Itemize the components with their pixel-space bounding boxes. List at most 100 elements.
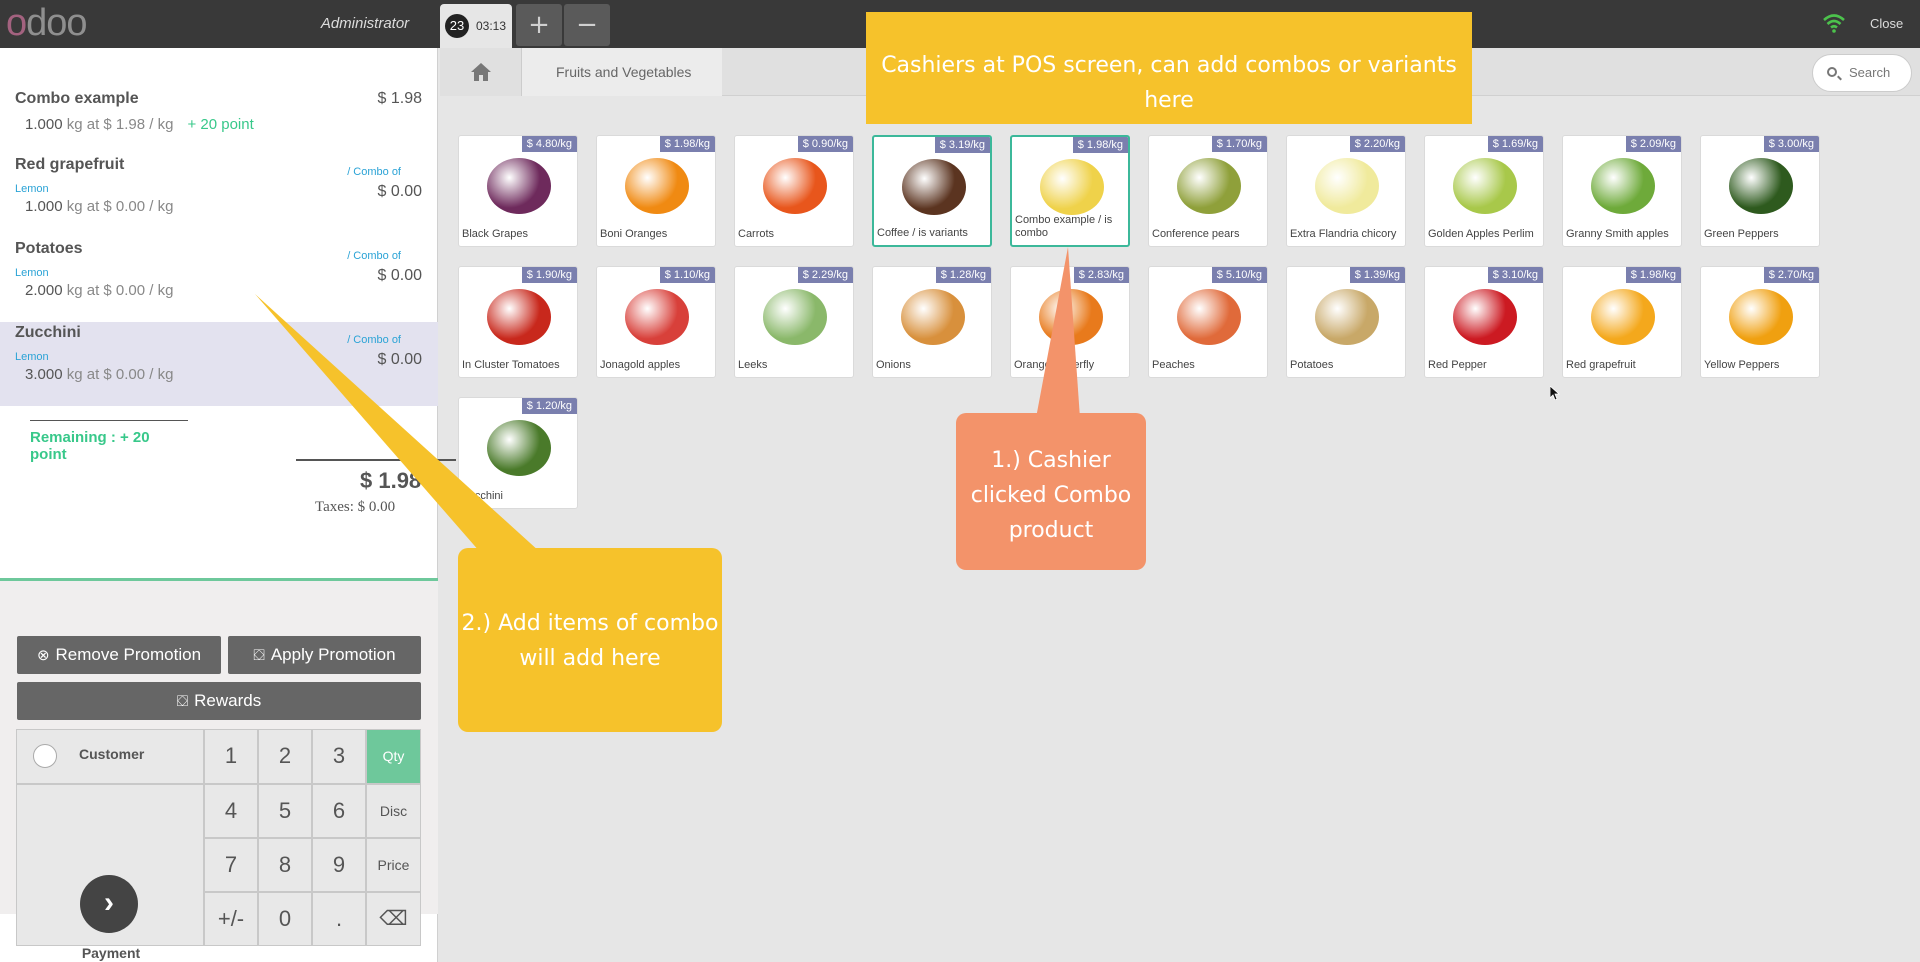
product-card[interactable]: $ 5.10/kg Peaches: [1148, 266, 1268, 378]
product-card[interactable]: $ 1.20/kg Zucchini: [458, 397, 578, 509]
remaining-points: Remaining : + 20 point: [30, 420, 188, 463]
order-line-price: $ 1.98: [377, 90, 422, 107]
product-price-tag: $ 1.69/kg: [1487, 136, 1543, 152]
add-order-button[interactable]: +: [516, 4, 562, 46]
order-taxes: Taxes: $ 0.00: [315, 499, 396, 515]
product-name: Conference pears: [1152, 228, 1240, 240]
product-price-tag: $ 1.70/kg: [1211, 136, 1267, 152]
product-card[interactable]: $ 1.98/kg Combo example / is combo: [1010, 135, 1130, 247]
product-price-tag: $ 1.98/kg: [659, 136, 715, 152]
product-price-tag: $ 2.29/kg: [797, 267, 853, 283]
order-line-price: $ 0.00: [377, 267, 422, 284]
order-line-price: $ 0.00: [377, 351, 422, 368]
payment-button[interactable]: › Payment: [16, 784, 204, 961]
annotation-top: Cashiers at POS screen, can add combos o…: [866, 12, 1472, 124]
product-card[interactable]: $ 2.20/kg Extra Flandria chicory: [1286, 135, 1406, 247]
product-card[interactable]: $ 4.80/kg Black Grapes: [458, 135, 578, 247]
rewards-button[interactable]: ⛋ Rewards: [17, 682, 421, 720]
order-line[interactable]: Red grapefruit / Combo of $ 0.00 Lemon 1…: [0, 154, 438, 238]
key-0[interactable]: 0: [258, 892, 312, 946]
key-plus-minus[interactable]: +/-: [204, 892, 258, 946]
product-image: [487, 158, 551, 214]
product-card[interactable]: $ 1.70/kg Conference pears: [1148, 135, 1268, 247]
key-dot[interactable]: .: [312, 892, 366, 946]
backspace-icon[interactable]: ⌫: [366, 892, 421, 946]
product-name: Green Peppers: [1704, 228, 1779, 240]
product-card[interactable]: $ 2.09/kg Granny Smith apples: [1562, 135, 1682, 247]
price-mode-button[interactable]: Price: [366, 838, 421, 892]
odoo-logo: odoo: [6, 2, 88, 44]
key-3[interactable]: 3: [312, 729, 366, 784]
order-line-name: Combo example: [15, 90, 139, 107]
product-card[interactable]: $ 1.69/kg Golden Apples Perlim: [1424, 135, 1544, 247]
product-price-tag: $ 3.00/kg: [1763, 136, 1819, 152]
product-card[interactable]: $ 1.98/kg Boni Oranges: [596, 135, 716, 247]
order-total: $ 1.98: [360, 468, 422, 493]
product-card[interactable]: $ 2.29/kg Leeks: [734, 266, 854, 378]
remove-order-button[interactable]: −: [564, 4, 610, 46]
key-8[interactable]: 8: [258, 838, 312, 892]
order-line-qty: 3.000 kg at $ 0.00 / kg: [25, 366, 174, 383]
order-line[interactable]: Combo example $ 1.98 1.000 kg at $ 1.98 …: [0, 88, 438, 154]
user-icon: [33, 744, 57, 768]
product-card[interactable]: $ 0.90/kg Carrots: [734, 135, 854, 247]
product-name: Red Pepper: [1428, 359, 1487, 371]
product-card[interactable]: $ 3.19/kg Coffee / is variants: [872, 135, 992, 247]
product-name: Granny Smith apples: [1566, 228, 1669, 240]
close-button[interactable]: Close: [1870, 16, 1903, 31]
key-9[interactable]: 9: [312, 838, 366, 892]
product-name: Peaches: [1152, 359, 1195, 371]
order-line-price: $ 0.00: [377, 183, 422, 200]
remove-promotion-button[interactable]: ⊗ Remove Promotion: [17, 636, 221, 674]
order-line-name: Potatoes: [15, 240, 83, 257]
product-card[interactable]: $ 3.10/kg Red Pepper: [1424, 266, 1544, 378]
product-image: [763, 289, 827, 345]
user-name[interactable]: Administrator: [300, 15, 430, 32]
product-name: Potatoes: [1290, 359, 1334, 371]
order-line[interactable]: Potatoes / Combo of $ 0.00 Lemon 2.000 k…: [0, 238, 438, 322]
product-card[interactable]: $ 1.28/kg Onions: [872, 266, 992, 378]
product-card[interactable]: $ 1.90/kg In Cluster Tomatoes: [458, 266, 578, 378]
key-1[interactable]: 1: [204, 729, 258, 784]
product-price-tag: $ 1.90/kg: [521, 267, 577, 283]
product-price-tag: $ 0.90/kg: [797, 136, 853, 152]
product-card[interactable]: $ 3.00/kg Green Peppers: [1700, 135, 1820, 247]
search-input[interactable]: Search: [1812, 54, 1912, 92]
customer-button[interactable]: Customer: [16, 729, 204, 784]
qty-mode-button[interactable]: Qty: [366, 729, 421, 784]
key-6[interactable]: 6: [312, 784, 366, 838]
product-card[interactable]: $ 1.98/kg Red grapefruit: [1562, 266, 1682, 378]
gift-icon: ⛋: [176, 693, 189, 710]
product-card[interactable]: $ 1.10/kg Jonagold apples: [596, 266, 716, 378]
breadcrumb-category[interactable]: Fruits and Vegetables: [522, 48, 722, 96]
product-price-tag: $ 3.10/kg: [1487, 267, 1543, 283]
product-image: [763, 158, 827, 214]
product-price-tag: $ 1.28/kg: [935, 267, 991, 283]
order-lines: Combo example $ 1.98 1.000 kg at $ 1.98 …: [0, 88, 438, 406]
combo-parent-label: Lemon: [15, 267, 49, 279]
product-name: Orange Butterfly: [1014, 359, 1095, 371]
product-name: Black Grapes: [462, 228, 529, 240]
product-price-tag: $ 4.80/kg: [521, 136, 577, 152]
order-line-qty: 2.000 kg at $ 0.00 / kg: [25, 282, 174, 299]
disc-mode-button[interactable]: Disc: [366, 784, 421, 838]
product-name: Extra Flandria chicory: [1290, 228, 1397, 240]
product-image: [1591, 158, 1655, 214]
order-line-qty: 1.000 kg at $ 1.98 / kg + 20 point: [25, 116, 254, 133]
product-card[interactable]: $ 2.70/kg Yellow Peppers: [1700, 266, 1820, 378]
product-card[interactable]: $ 2.83/kg Orange Butterfly: [1010, 266, 1130, 378]
home-button[interactable]: [440, 48, 522, 96]
product-card[interactable]: $ 1.39/kg Potatoes: [1286, 266, 1406, 378]
key-7[interactable]: 7: [204, 838, 258, 892]
key-2[interactable]: 2: [258, 729, 312, 784]
annotation-step2: 2.) Add items of combo will add here: [458, 548, 722, 732]
order-number: 23: [445, 14, 469, 38]
key-4[interactable]: 4: [204, 784, 258, 838]
order-tab[interactable]: 23 03:13: [440, 4, 512, 48]
product-image: [625, 289, 689, 345]
product-name: Golden Apples Perlim: [1428, 228, 1534, 240]
order-line-selected[interactable]: Zucchini / Combo of $ 0.00 Lemon 3.000 k…: [0, 322, 438, 406]
key-5[interactable]: 5: [258, 784, 312, 838]
product-name: In Cluster Tomatoes: [462, 359, 560, 371]
apply-promotion-button[interactable]: ⛋ Apply Promotion: [228, 636, 421, 674]
